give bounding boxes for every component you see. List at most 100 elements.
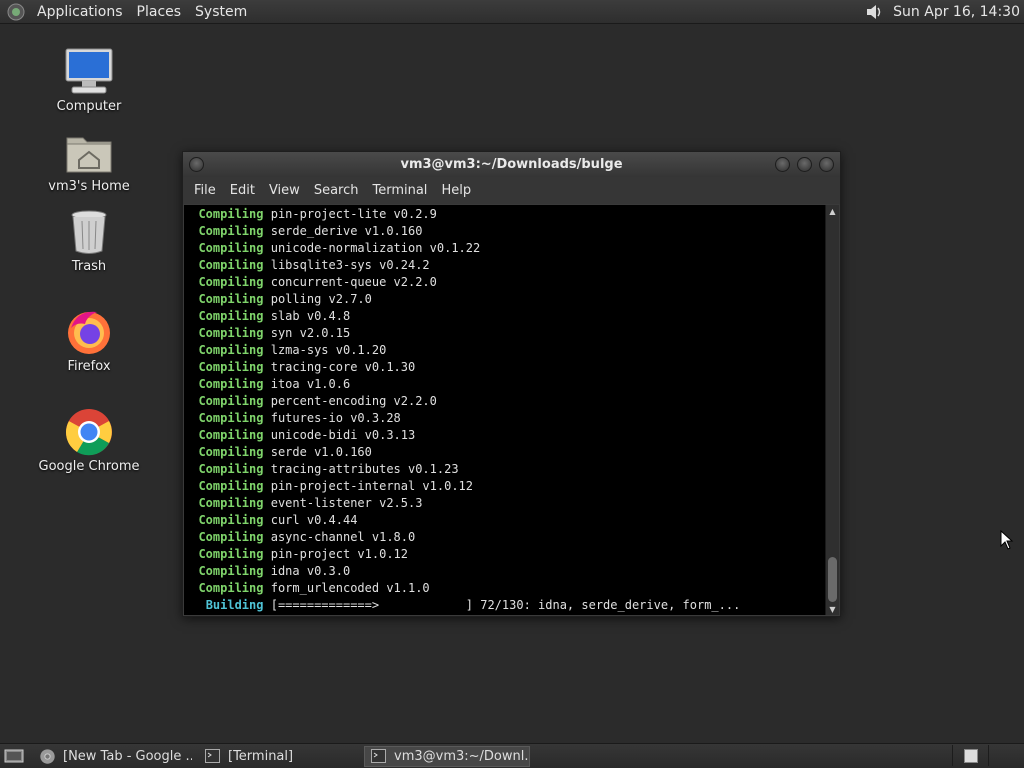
system-menu[interactable]: System: [188, 4, 254, 20]
terminal-line: Compiling idna v0.3.0: [184, 563, 826, 580]
terminal-scrollbar[interactable]: ▲ ▼: [825, 205, 839, 615]
clock[interactable]: Sun Apr 16, 14:30: [885, 4, 1024, 20]
desktop-icon-chrome[interactable]: Google Chrome: [34, 406, 144, 474]
task-label: [Terminal]: [228, 748, 294, 764]
scrollbar-thumb[interactable]: [828, 557, 837, 602]
compiling-keyword: Compiling: [198, 241, 264, 255]
package-name: futures-io v0.3.28: [270, 411, 401, 425]
desktop-icon-trash[interactable]: Trash: [34, 206, 144, 274]
show-desktop-icon[interactable]: [2, 746, 26, 766]
computer-icon: [63, 46, 115, 98]
gnome-foot-icon[interactable]: [6, 2, 26, 22]
terminal-line: Compiling form_urlencoded v1.1.0: [184, 580, 826, 597]
compiling-keyword: Compiling: [198, 326, 264, 340]
workspace-2[interactable]: [988, 745, 1024, 766]
chrome-icon: [63, 406, 115, 458]
menu-search[interactable]: Search: [307, 183, 366, 198]
terminal-line: Compiling tracing-core v0.1.30: [184, 359, 826, 376]
terminal-line: Compiling polling v2.7.0: [184, 291, 826, 308]
top-panel: Applications Places System Sun Apr 16, 1…: [0, 0, 1024, 24]
compiling-keyword: Compiling: [198, 360, 264, 374]
building-status: [=============> ] 72/130: idna, serde_de…: [270, 598, 741, 612]
desktop-icon-label: Computer: [56, 99, 122, 114]
compiling-keyword: Compiling: [198, 428, 264, 442]
terminal-line: Compiling itoa v1.0.6: [184, 376, 826, 393]
firefox-icon: [63, 306, 115, 358]
desktop-icon-firefox[interactable]: Firefox: [34, 306, 144, 374]
minimize-button[interactable]: [775, 157, 790, 172]
compiling-keyword: Compiling: [198, 581, 264, 595]
package-name: event-listener v2.5.3: [270, 496, 423, 510]
compiling-keyword: Compiling: [198, 547, 264, 561]
window-title: vm3@vm3:~/Downloads/bulge: [400, 157, 623, 172]
desktop-icon-label: Google Chrome: [38, 459, 140, 474]
desktop-icon-label: Trash: [71, 259, 107, 274]
menu-view[interactable]: View: [262, 183, 307, 198]
package-name: idna v0.3.0: [270, 564, 351, 578]
volume-icon[interactable]: [863, 1, 885, 23]
package-name: libsqlite3-sys v0.24.2: [270, 258, 430, 272]
terminal-line: Compiling percent-encoding v2.2.0: [184, 393, 826, 410]
task-terminal-active[interactable]: vm3@vm3:~/Downl...: [364, 745, 530, 767]
compiling-keyword: Compiling: [198, 513, 264, 527]
building-progress-line: Building [=============> ] 72/130: idna,…: [184, 597, 826, 614]
compiling-keyword: Compiling: [198, 496, 264, 510]
compiling-keyword: Compiling: [198, 394, 264, 408]
desktop-icon-label: vm3's Home: [48, 179, 130, 194]
task-chrome[interactable]: [New Tab - Google ...: [34, 746, 192, 767]
package-name: tracing-core v0.1.30: [270, 360, 416, 374]
menu-file[interactable]: File: [187, 183, 223, 198]
desktop-icon-home[interactable]: vm3's Home: [34, 126, 144, 194]
terminal-icon: [204, 748, 220, 764]
window-menu-button[interactable]: [189, 157, 204, 172]
maximize-button[interactable]: [797, 157, 812, 172]
desktop-icon-label: Firefox: [67, 359, 111, 374]
terminal-line: Compiling lzma-sys v0.1.20: [184, 342, 826, 359]
package-name: async-channel v1.8.0: [270, 530, 416, 544]
package-name: polling v2.7.0: [270, 292, 372, 306]
home-folder-icon: [63, 126, 115, 178]
menu-help[interactable]: Help: [434, 183, 478, 198]
building-keyword: Building: [205, 598, 264, 612]
menu-terminal[interactable]: Terminal: [365, 183, 434, 198]
terminal-line: Compiling unicode-bidi v0.3.13: [184, 427, 826, 444]
terminal-icon: [371, 748, 386, 764]
bottom-panel: [New Tab - Google ... [Terminal] vm3@vm3…: [0, 743, 1024, 768]
compiling-keyword: Compiling: [198, 479, 264, 493]
terminal-window: vm3@vm3:~/Downloads/bulge File Edit View…: [182, 151, 841, 617]
terminal-line: Compiling async-channel v1.8.0: [184, 529, 826, 546]
terminal-line: Compiling unicode-normalization v0.1.22: [184, 240, 826, 257]
compiling-keyword: Compiling: [198, 207, 264, 221]
package-name: unicode-bidi v0.3.13: [270, 428, 416, 442]
chrome-icon: [40, 748, 55, 764]
package-name: serde v1.0.160: [270, 445, 372, 459]
scroll-down-arrow[interactable]: ▼: [826, 603, 839, 615]
compiling-keyword: Compiling: [198, 411, 264, 425]
trash-icon: [63, 206, 115, 258]
package-name: syn v2.0.15: [270, 326, 351, 340]
menu-edit[interactable]: Edit: [223, 183, 262, 198]
package-name: unicode-normalization v0.1.22: [270, 241, 481, 255]
task-label: vm3@vm3:~/Downl...: [394, 748, 530, 764]
compiling-keyword: Compiling: [198, 309, 264, 323]
compiling-keyword: Compiling: [198, 343, 264, 357]
compiling-keyword: Compiling: [198, 292, 264, 306]
terminal-line: Compiling syn v2.0.15: [184, 325, 826, 342]
terminal-output[interactable]: Compiling pin-project-lite v0.2.9 Compil…: [184, 205, 826, 615]
window-titlebar[interactable]: vm3@vm3:~/Downloads/bulge: [183, 152, 840, 177]
terminal-line: Compiling concurrent-queue v2.2.0: [184, 274, 826, 291]
compiling-keyword: Compiling: [198, 462, 264, 476]
terminal-line: Compiling slab v0.4.8: [184, 308, 826, 325]
scroll-up-arrow[interactable]: ▲: [826, 205, 839, 217]
package-name: pin-project v1.0.12: [270, 547, 408, 561]
applications-menu[interactable]: Applications: [30, 4, 130, 20]
workspace-switcher[interactable]: [952, 745, 1024, 766]
close-button[interactable]: [819, 157, 834, 172]
terminal-line: Compiling serde_derive v1.0.160: [184, 223, 826, 240]
places-menu[interactable]: Places: [130, 4, 189, 20]
desktop-icon-computer[interactable]: Computer: [34, 46, 144, 114]
workspace-1[interactable]: [952, 745, 988, 766]
task-terminal[interactable]: [Terminal]: [198, 746, 358, 767]
terminal-line: Compiling curl v0.4.44: [184, 512, 826, 529]
package-name: form_urlencoded v1.1.0: [270, 581, 430, 595]
